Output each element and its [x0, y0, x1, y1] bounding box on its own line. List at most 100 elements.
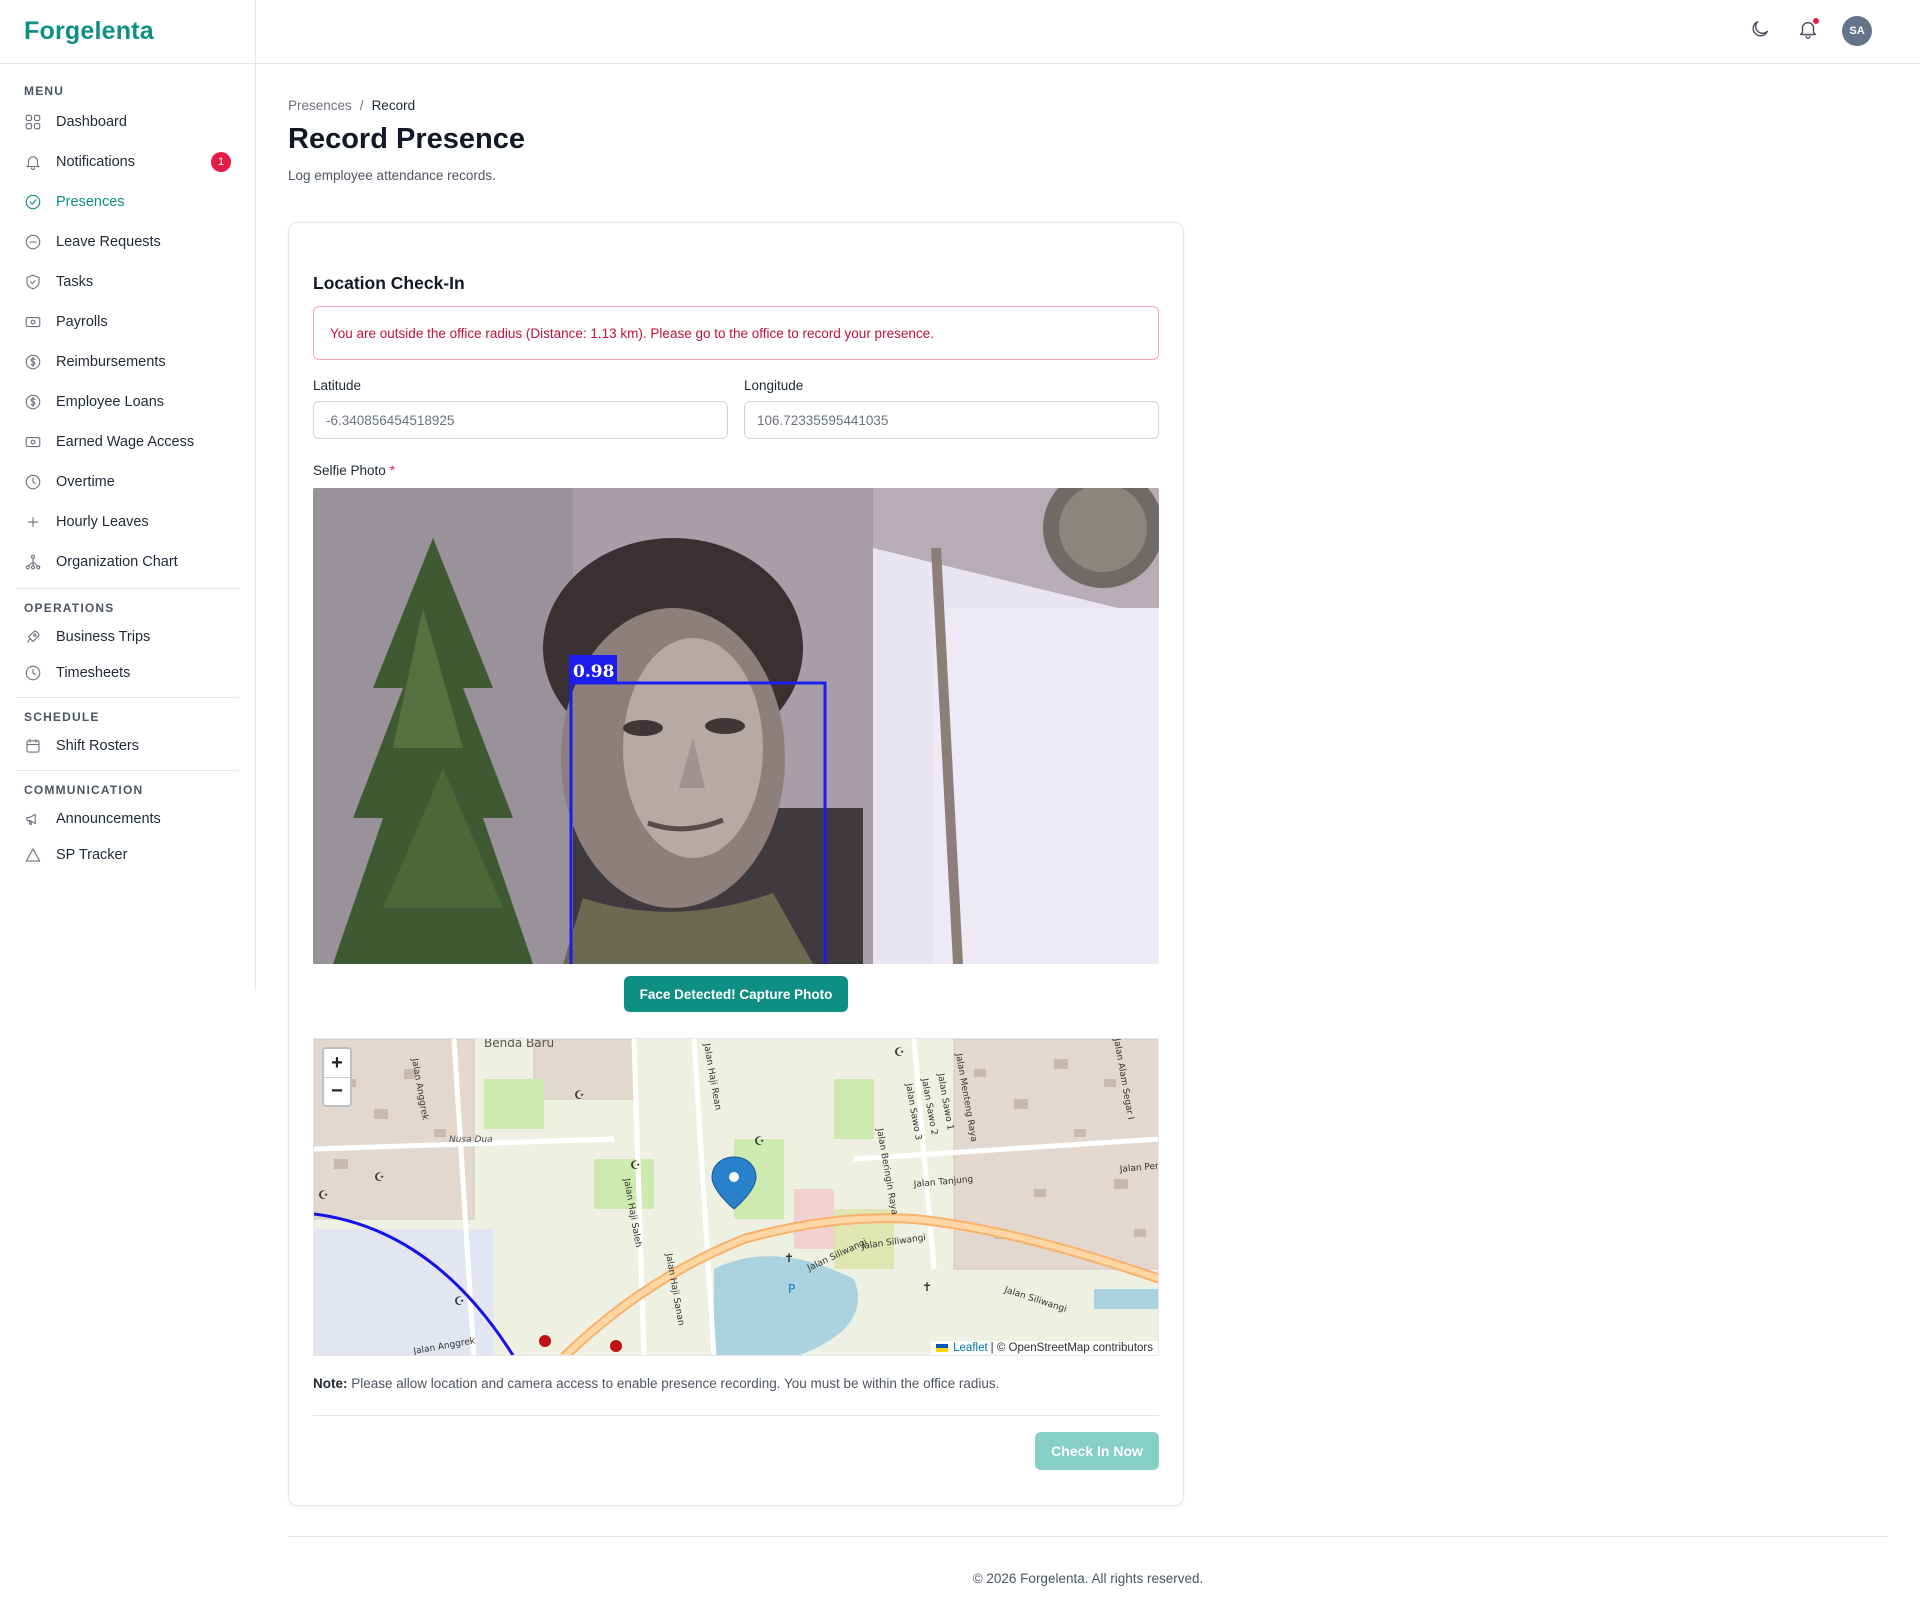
card-actions: Check In Now — [313, 1432, 1159, 1470]
sidebar-item-label: Tasks — [56, 274, 94, 290]
section-label-schedule: SCHEDULE — [24, 710, 100, 724]
theme-toggle-button[interactable] — [1746, 17, 1774, 45]
banknote-icon — [24, 433, 42, 451]
sidebar-item-tasks[interactable]: Tasks — [16, 262, 239, 302]
latitude-label: Latitude — [313, 378, 362, 393]
page-title: Record Presence — [288, 123, 525, 155]
sidebar-divider — [16, 697, 239, 698]
sidebar-item-label: Employee Loans — [56, 394, 165, 410]
brand-name: Forgelenta — [24, 17, 154, 45]
sidebar-item-earned-wage-access[interactable]: Earned Wage Access — [16, 422, 239, 462]
sidebar-item-presences[interactable]: Presences — [16, 182, 239, 222]
dollar-circle-icon — [24, 393, 42, 411]
sidebar-item-announcements[interactable]: Announcements — [16, 801, 239, 837]
clock-icon — [24, 664, 42, 682]
permission-note: Note: Please allow location and camera a… — [313, 1376, 1159, 1391]
longitude-label: Longitude — [744, 378, 804, 393]
check-circle-icon — [24, 193, 42, 211]
breadcrumb-parent[interactable]: Presences — [288, 98, 352, 113]
sidebar-item-label: Dashboard — [56, 114, 127, 130]
moon-icon — [1749, 18, 1771, 45]
map-attribution: Leaflet | © OpenStreetMap contributors — [931, 1341, 1158, 1355]
banknote-icon — [24, 313, 42, 331]
sidebar-item-sp-tracker[interactable]: SP Tracker — [16, 837, 239, 873]
page-subtitle: Log employee attendance records. — [288, 168, 496, 183]
breadcrumb-separator: / — [359, 98, 364, 113]
section-label-menu: MENU — [24, 84, 65, 98]
check-in-button[interactable]: Check In Now — [1035, 1432, 1159, 1470]
out-of-radius-alert: You are outside the office radius (Dista… — [313, 306, 1159, 360]
latitude-input[interactable] — [313, 401, 728, 439]
bell-icon — [24, 153, 42, 171]
zoom-in-button[interactable]: + — [324, 1049, 350, 1077]
capture-photo-button[interactable]: Face Detected! Capture Photo — [623, 976, 849, 1012]
breadcrumb-current: Record — [371, 98, 416, 113]
sidebar-item-shift-rosters[interactable]: Shift Rosters — [16, 728, 239, 764]
capture-row: Face Detected! Capture Photo — [313, 976, 1159, 1012]
sidebar-item-leave-requests[interactable]: Leave Requests — [16, 222, 239, 262]
sidebar-item-payrolls[interactable]: Payrolls — [16, 302, 239, 342]
org-chart-icon — [24, 553, 42, 571]
main-content: Presences / Record Record Presence Log e… — [288, 64, 1888, 1506]
rocket-icon — [24, 628, 42, 646]
svg-text:☪: ☪ — [574, 1088, 585, 1102]
notification-count-badge: 1 — [211, 152, 231, 172]
zoom-out-button[interactable]: − — [324, 1077, 350, 1105]
sidebar-item-timesheets[interactable]: Timesheets — [16, 655, 239, 691]
leaflet-link[interactable]: Leaflet — [953, 1342, 988, 1354]
unread-dot — [1812, 17, 1820, 25]
svg-text:✝: ✝ — [784, 1251, 794, 1265]
face-confidence-label: 0.98 — [573, 662, 614, 682]
breadcrumb: Presences / Record — [288, 98, 1888, 113]
sidebar-item-label: Organization Chart — [56, 554, 178, 570]
svg-text:☪: ☪ — [754, 1134, 765, 1148]
sidebar-item-label: Hourly Leaves — [56, 514, 149, 530]
sidebar-item-business-trips[interactable]: Business Trips — [16, 619, 239, 655]
grid-icon — [24, 113, 42, 131]
sidebar-item-notifications[interactable]: Notifications 1 — [16, 142, 239, 182]
shield-check-icon — [24, 273, 42, 291]
selfie-photo-label: Selfie Photo * — [313, 463, 1159, 478]
sidebar-item-employee-loans[interactable]: Employee Loans — [16, 382, 239, 422]
note-label: Note: — [313, 1376, 348, 1391]
location-map[interactable]: Benda Baru Jalan Anggrek Nusa Dua Jalan … — [313, 1038, 1159, 1356]
svg-text:Nusa Dua: Nusa Dua — [449, 1135, 493, 1145]
footer: © 2026 Forgelenta. All rights reserved. — [288, 1536, 1888, 1596]
card-divider — [313, 1415, 1159, 1416]
sidebar: Forgelenta MENU Dashboard Notifications … — [0, 0, 256, 990]
sidebar-item-label: Reimbursements — [56, 354, 166, 370]
card-title: Location Check-In — [313, 273, 465, 293]
sidebar-item-dashboard[interactable]: Dashboard — [16, 102, 239, 142]
section-label-operations: OPERATIONS — [24, 601, 115, 615]
megaphone-icon — [24, 810, 42, 828]
longitude-field-group: Longitude — [744, 378, 1159, 439]
longitude-input[interactable] — [744, 401, 1159, 439]
sidebar-item-label: Shift Rosters — [56, 738, 139, 754]
dollar-circle-icon — [24, 353, 42, 371]
svg-text:☪: ☪ — [630, 1158, 641, 1172]
latitude-field-group: Latitude — [313, 378, 728, 439]
sidebar-item-label: Leave Requests — [56, 234, 161, 250]
ukraine-flag-icon — [936, 1344, 949, 1352]
svg-text:✝: ✝ — [922, 1280, 932, 1294]
warning-triangle-icon — [24, 846, 42, 864]
camera-feed-image: 0.98 — [313, 488, 1159, 964]
notifications-button[interactable] — [1794, 17, 1822, 45]
selfie-photo-label-text: Selfie Photo — [313, 463, 386, 478]
svg-text:☪: ☪ — [318, 1188, 329, 1202]
avatar[interactable]: SA — [1842, 16, 1872, 46]
sidebar-item-hourly-leaves[interactable]: Hourly Leaves — [16, 502, 239, 542]
minus-circle-icon — [24, 233, 42, 251]
sidebar-item-label: Business Trips — [56, 629, 151, 645]
plus-icon — [24, 513, 42, 531]
brand-logo[interactable]: Forgelenta — [0, 0, 255, 64]
sidebar-item-organization-chart[interactable]: Organization Chart — [16, 542, 239, 582]
clock-icon — [24, 473, 42, 491]
sidebar-item-label: SP Tracker — [56, 847, 128, 863]
sidebar-item-reimbursements[interactable]: Reimbursements — [16, 342, 239, 382]
sidebar-item-label: Presences — [56, 194, 125, 210]
svg-text:☪: ☪ — [454, 1294, 465, 1308]
section-label-communication: COMMUNICATION — [24, 783, 144, 797]
sidebar-item-overtime[interactable]: Overtime — [16, 462, 239, 502]
sidebar-item-label: Notifications — [56, 154, 135, 170]
